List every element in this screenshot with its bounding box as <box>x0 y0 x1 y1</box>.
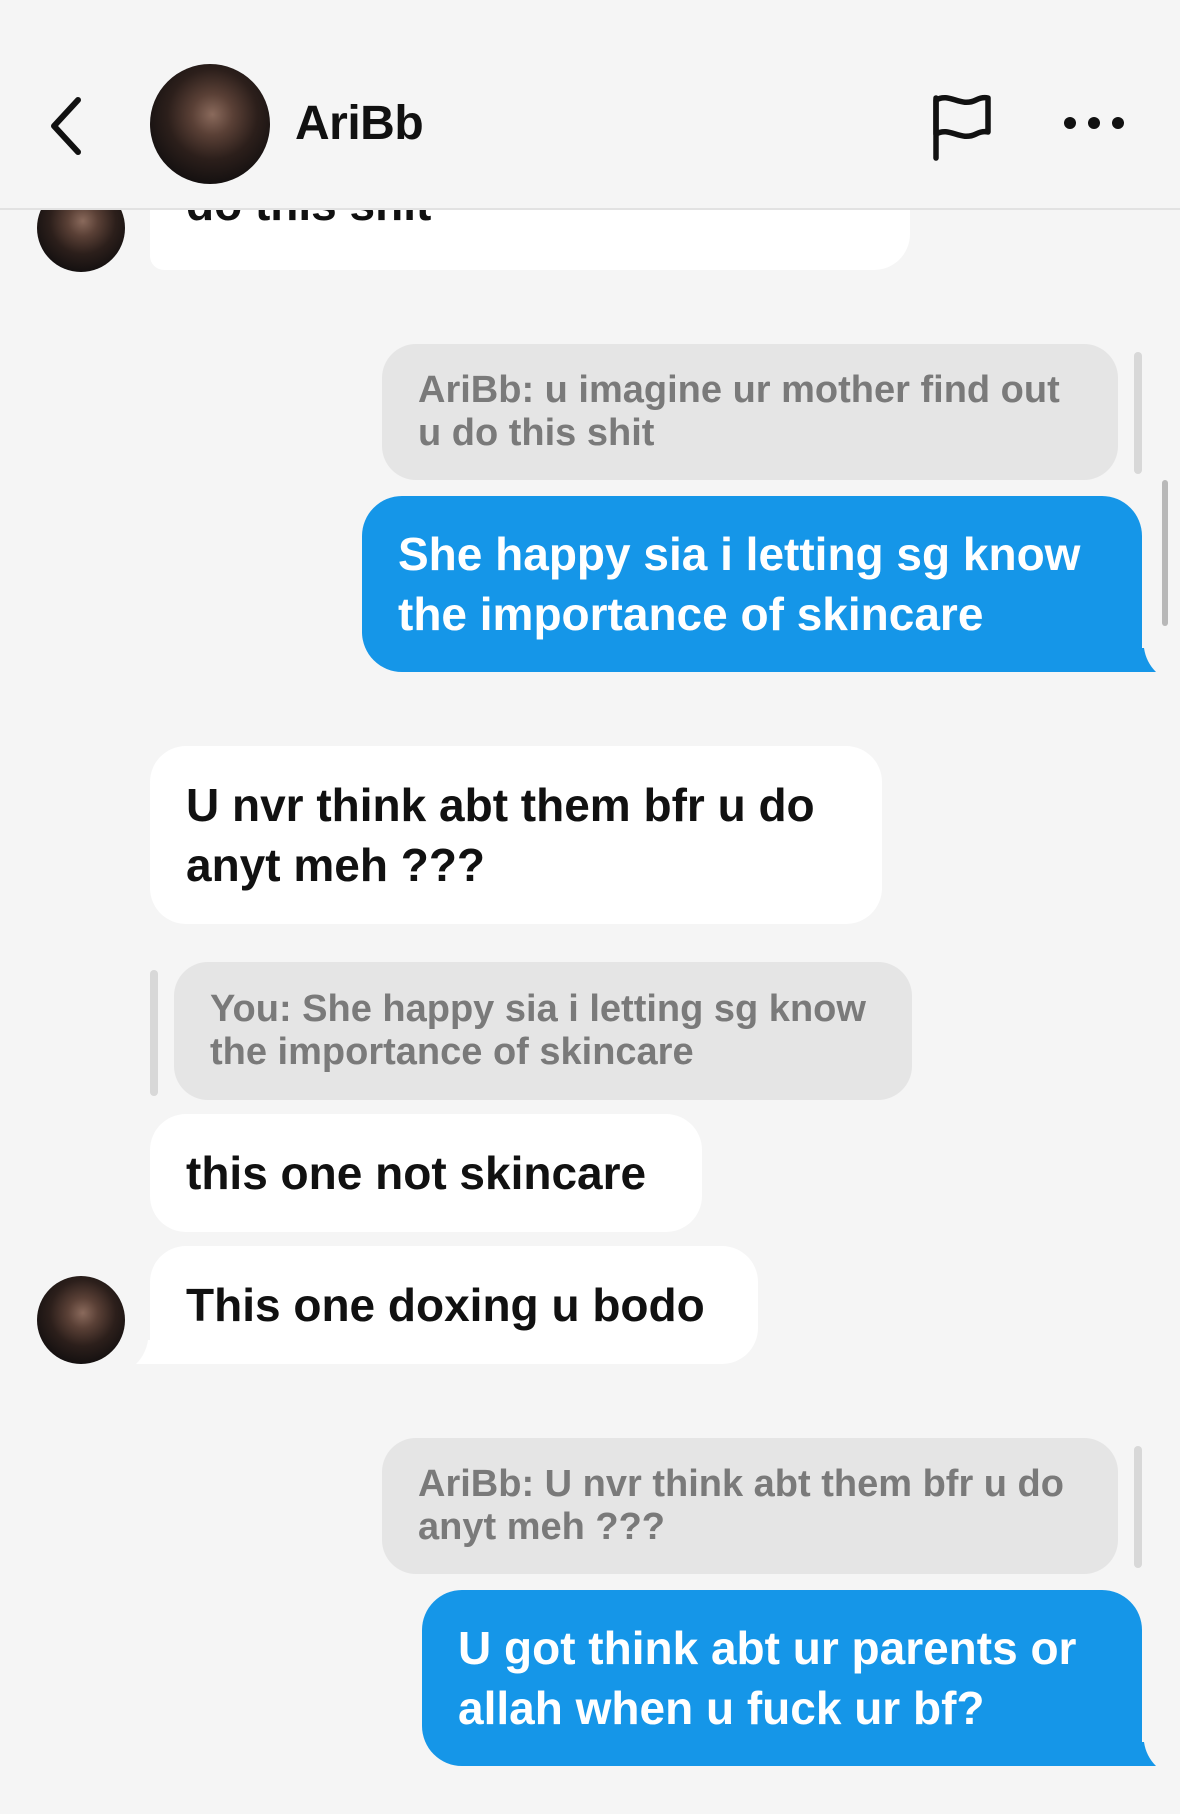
outgoing-bubble-tail <box>1126 648 1156 672</box>
message-text: This one doxing u bodo <box>186 1279 705 1331</box>
reply-indicator-bar <box>150 970 158 1096</box>
outgoing-message[interactable]: She happy sia i letting sg know the impo… <box>362 496 1142 672</box>
sender-avatar[interactable] <box>37 1276 125 1364</box>
message-text: U nvr think abt them bfr u do anyt meh ?… <box>186 779 815 891</box>
incoming-message[interactable]: This one doxing u bodo <box>150 1246 758 1364</box>
message-text: She happy sia i letting sg know the impo… <box>398 528 1081 640</box>
message-text: this one not skincare <box>186 1147 647 1199</box>
reply-indicator-bar <box>1134 352 1142 474</box>
reply-preview[interactable]: AriBb: U nvr think abt them bfr u do any… <box>382 1438 1118 1574</box>
message-thread: do this shit AriBb: u imagine ur mother … <box>0 0 1180 1814</box>
reply-preview[interactable]: AriBb: u imagine ur mother find out u do… <box>382 344 1118 480</box>
incoming-message[interactable]: this one not skincare <box>150 1114 702 1232</box>
back-button[interactable] <box>40 86 100 166</box>
reply-indicator-bar <box>1134 1446 1142 1568</box>
message-text: U got think abt ur parents or allah when… <box>458 1622 1077 1734</box>
reply-preview-text: AriBb: u imagine ur mother find out u do… <box>418 369 1060 454</box>
contact-avatar[interactable] <box>150 64 270 184</box>
flag-icon <box>933 94 991 161</box>
outgoing-message[interactable]: U got think abt ur parents or allah when… <box>422 1590 1142 1766</box>
report-button[interactable] <box>930 92 994 162</box>
contact-name[interactable]: AriBb <box>295 96 424 151</box>
outgoing-bubble-tail <box>1126 1742 1156 1766</box>
reply-preview[interactable]: You: She happy sia i letting sg know the… <box>174 962 912 1100</box>
reply-preview-text: AriBb: U nvr think abt them bfr u do any… <box>418 1463 1064 1548</box>
ellipsis-icon <box>1064 117 1124 129</box>
chat-header: AriBb <box>0 0 1180 210</box>
incoming-message[interactable]: U nvr think abt them bfr u do anyt meh ?… <box>150 746 882 924</box>
reply-preview-text: You: She happy sia i letting sg know the… <box>210 988 866 1073</box>
more-options-button[interactable] <box>1062 108 1126 138</box>
scrollbar[interactable] <box>1162 480 1168 626</box>
incoming-bubble-tail <box>136 1340 166 1364</box>
chevron-left-icon <box>51 97 81 155</box>
